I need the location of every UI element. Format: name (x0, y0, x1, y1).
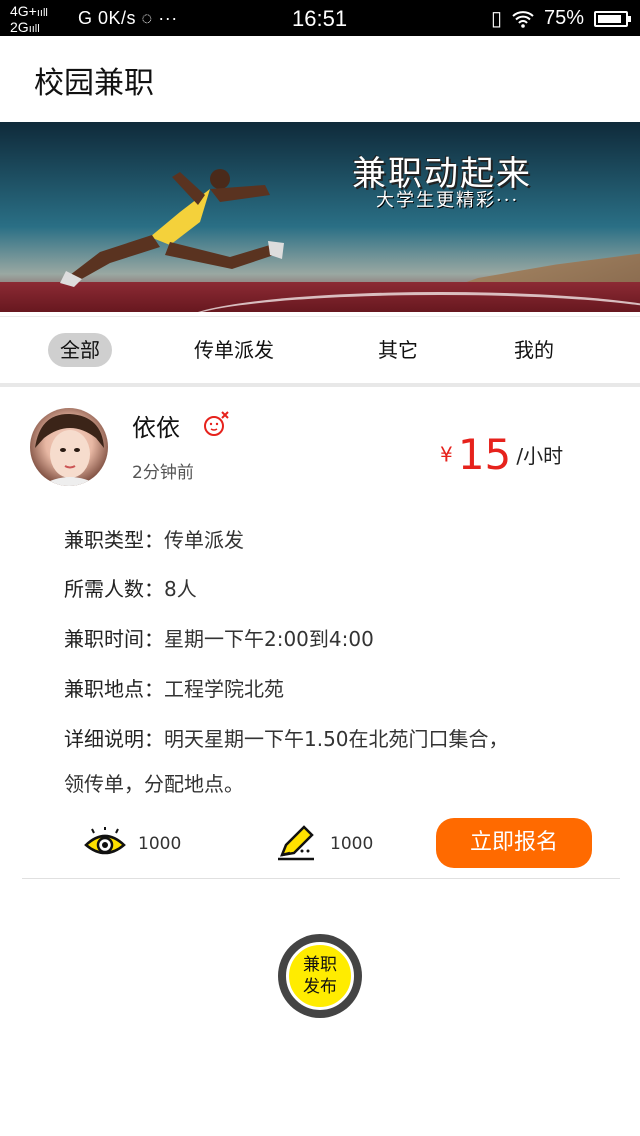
price-unit: /小时 (516, 444, 564, 468)
price: ¥ 15 /小时 (440, 430, 563, 479)
network-top: 4G+ (10, 3, 37, 19)
field-label: 兼职时间： (64, 627, 164, 651)
field-label: 兼职地点： (64, 677, 164, 701)
publish-job-label: 兼职 发布 (286, 942, 354, 1010)
avatar-image (35, 413, 104, 486)
field-type: 兼职类型：传单派发 (64, 524, 244, 553)
tab-mine[interactable]: 我的 (514, 333, 554, 367)
status-right: ▯ 75% (490, 6, 631, 31)
post-time: 2分钟前 (132, 463, 194, 483)
tab-other[interactable]: 其它 (378, 333, 418, 367)
page-title: 校园兼职 (34, 66, 154, 101)
network-bottom: 2G (10, 19, 29, 35)
field-label: 兼职类型： (64, 528, 164, 552)
field-location: 兼职地点：工程学院北苑 (64, 673, 284, 702)
runner-image (60, 169, 284, 287)
detail-continued: 领传单，分配地点。 (64, 772, 244, 796)
battery-percent: 75% (543, 7, 584, 29)
fab-line1: 兼职 (303, 955, 337, 975)
username: 依依 (132, 414, 180, 442)
field-headcount: 所需人数：8人 (64, 573, 197, 602)
field-value: 星期一下午2:00到4:00 (164, 627, 374, 651)
fab-line2: 发布 (303, 977, 337, 997)
publish-job-button[interactable]: 兼职 发布 (278, 934, 362, 1018)
promo-banner[interactable]: 兼职动起来 大学生更精彩··· (0, 122, 640, 312)
field-detail: 详细说明：明天星期一下午1.50在北苑门口集合， (64, 723, 509, 752)
vibrate-icon: ▯ (490, 8, 502, 30)
eye-icon (84, 827, 126, 855)
network-indicator: 4G+ııll 2Gııll (10, 3, 48, 35)
tab-all[interactable]: 全部 (48, 333, 112, 367)
field-label: 详细说明： (64, 727, 164, 751)
status-bar: 4G+ııll 2Gııll G 0K/s ◌ ··· 16:51 ▯ 75% (0, 0, 640, 36)
field-label: 所需人数： (64, 577, 164, 601)
tab-flyer[interactable]: 传单派发 (194, 333, 274, 367)
price-symbol: ¥ (440, 442, 453, 467)
view-count: 1000 (138, 834, 182, 854)
job-post-card[interactable]: 依依 2分钟前 ¥ 15 /小时 兼职类型：传单派发 所需人数：8人 兼职时间：… (22, 386, 620, 879)
pen-icon (278, 825, 314, 861)
banner-subline: 大学生更精彩··· (376, 190, 520, 211)
apply-button[interactable]: 立即报名 (436, 818, 592, 868)
wifi-icon (512, 10, 534, 28)
signup-count: 1000 (330, 834, 374, 854)
field-value: 工程学院北苑 (164, 677, 284, 701)
net-speed: G 0K/s ◌ ··· (78, 8, 178, 28)
field-value: 8人 (164, 577, 197, 601)
field-value: 传单派发 (164, 528, 244, 552)
field-value: 明天星期一下午1.50在北苑门口集合， (164, 727, 509, 751)
status-time: 16:51 (292, 6, 348, 31)
avatar[interactable] (30, 408, 108, 486)
price-value: 15 (457, 430, 512, 479)
category-tabs: 全部 传单派发 其它 我的 (0, 316, 640, 387)
female-icon (204, 411, 229, 436)
app-bar: 校园兼职 (0, 36, 640, 122)
field-time: 兼职时间：星期一下午2:00到4:00 (64, 623, 374, 652)
battery-icon (594, 10, 631, 27)
